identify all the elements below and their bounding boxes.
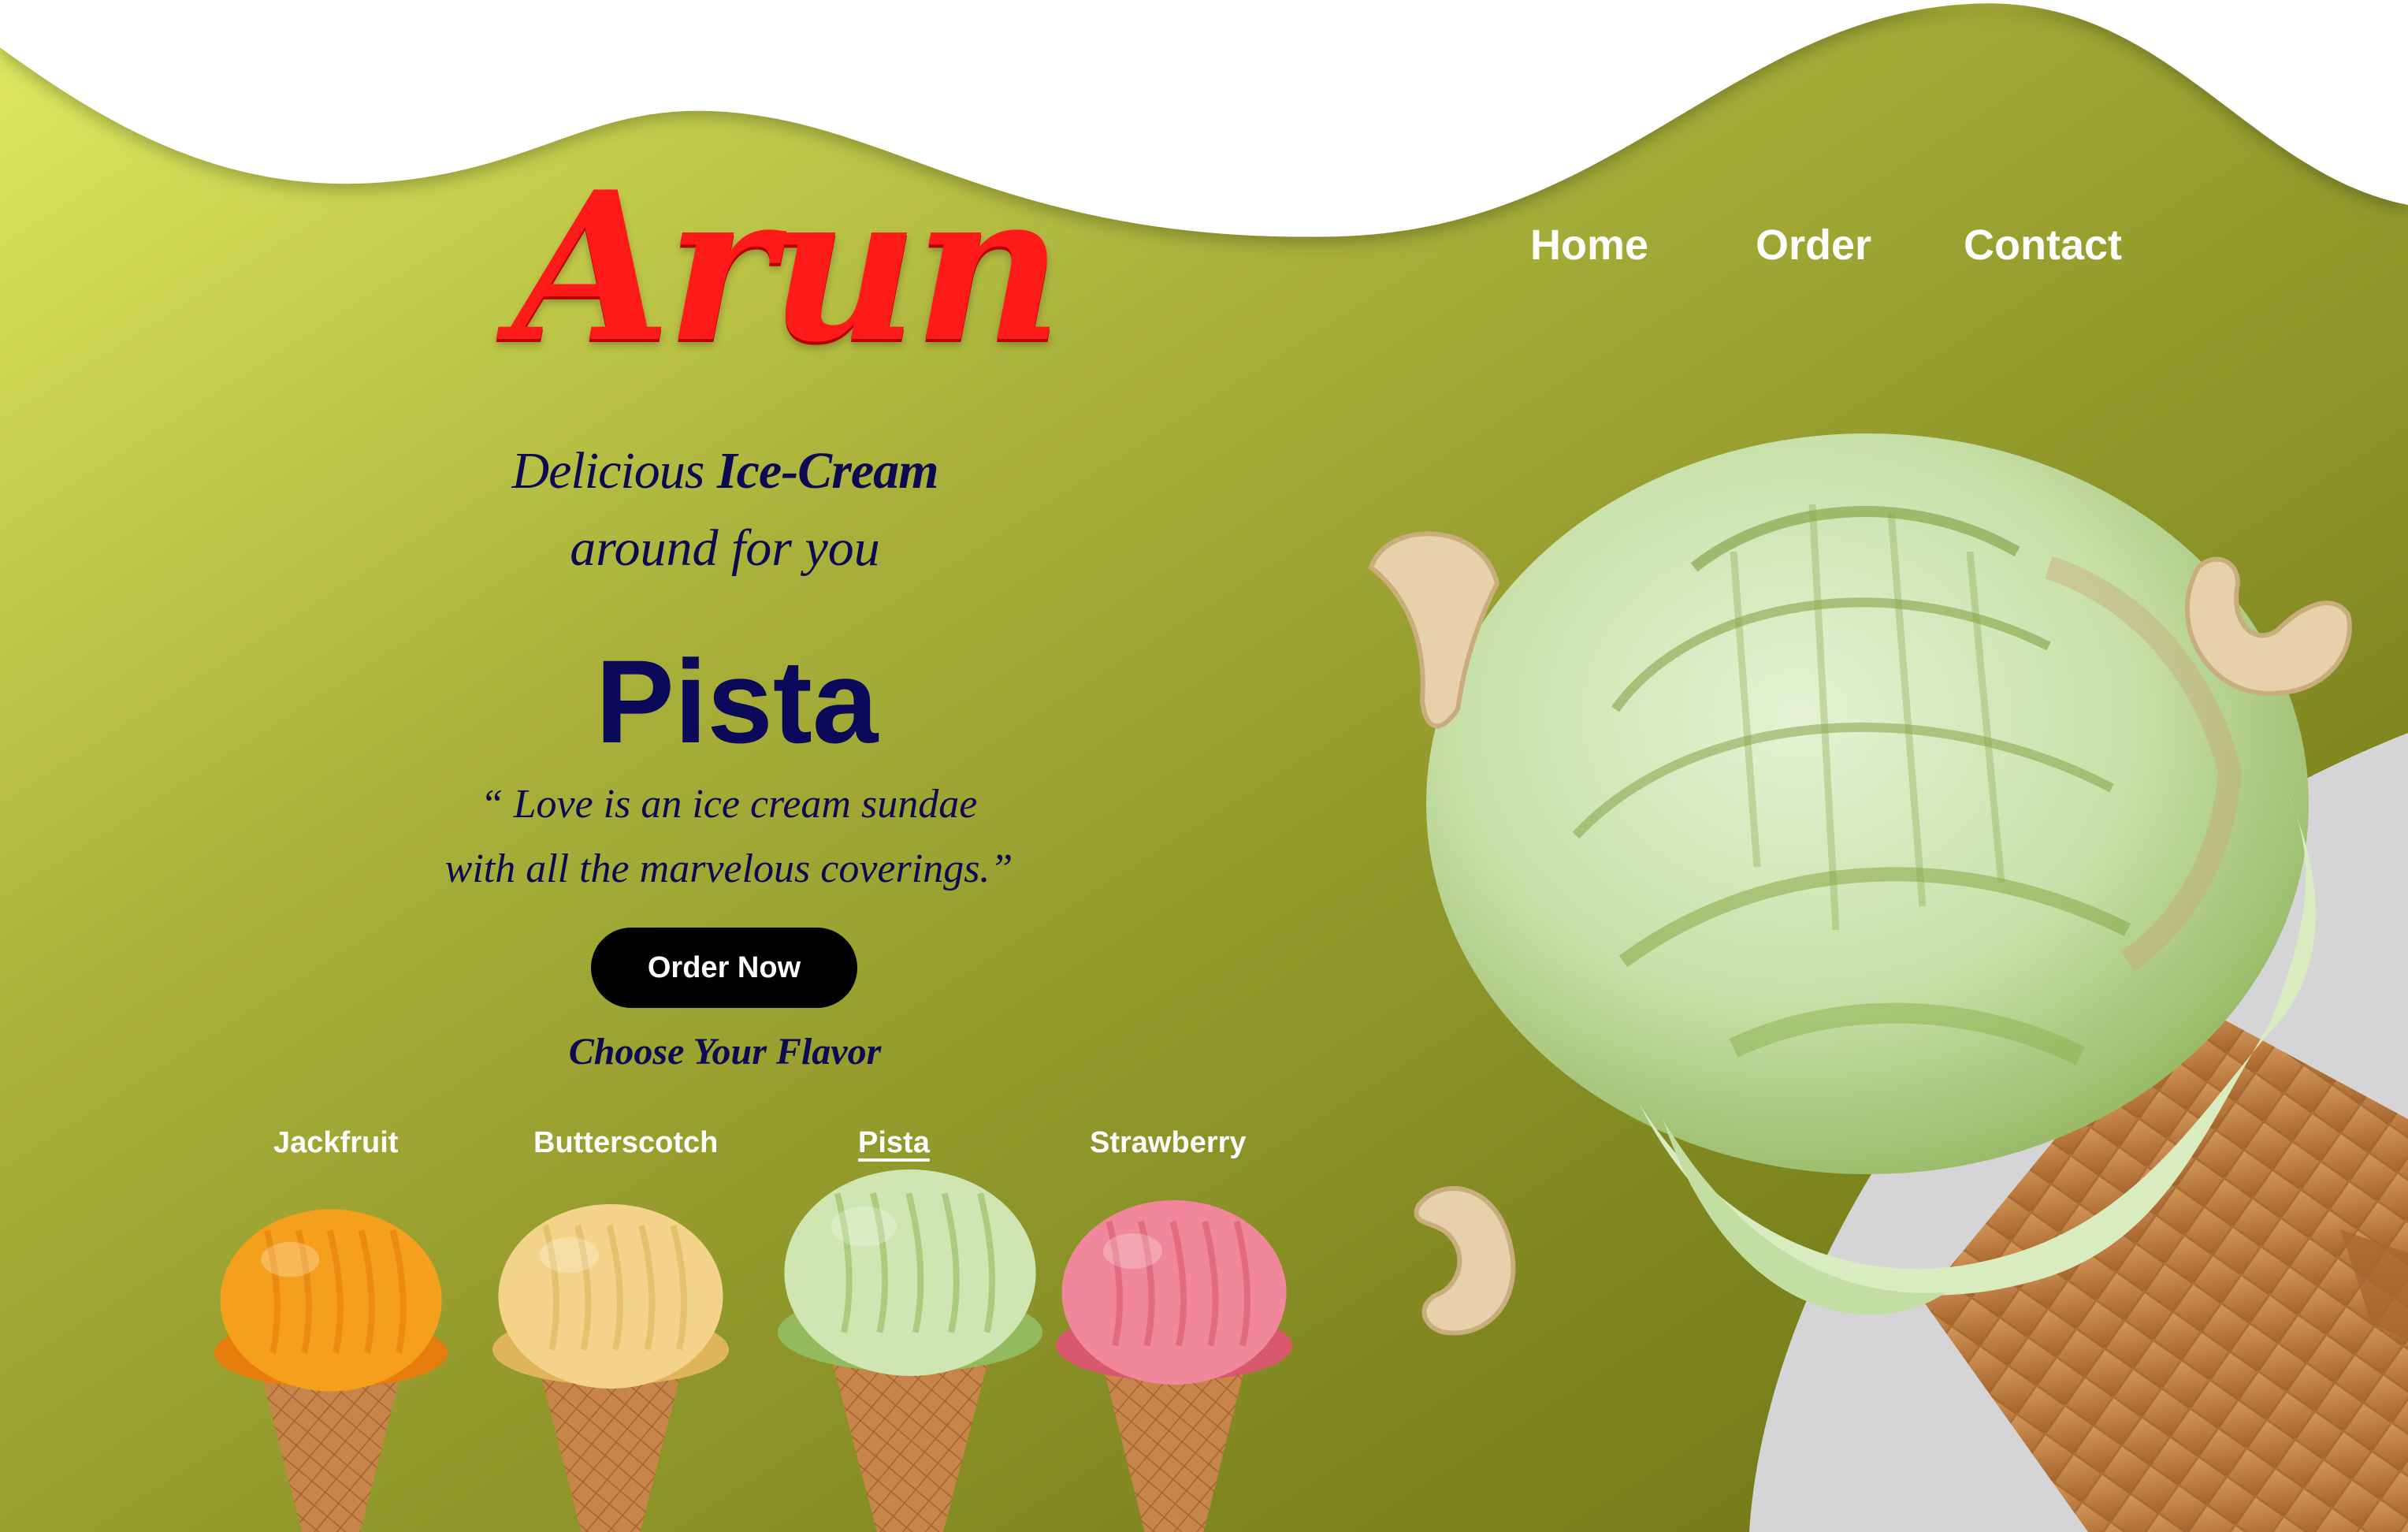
- nav-home[interactable]: Home: [1530, 221, 1648, 270]
- flavor-thumbnail-pista[interactable]: [778, 1169, 1042, 1532]
- quote-line-2: with all the marvelous coverings.”: [444, 846, 1013, 891]
- flavor-title: Pista: [595, 635, 879, 768]
- brand-logo[interactable]: Arun: [512, 134, 1063, 402]
- nav-contact[interactable]: Contact: [1964, 221, 2122, 270]
- tagline-line-2: around for you: [570, 519, 880, 577]
- order-now-button[interactable]: Order Now: [591, 928, 857, 1008]
- flavor-thumbnail-jackfruit[interactable]: [214, 1209, 448, 1532]
- flavor-thumbnail-butterscotch[interactable]: [492, 1204, 729, 1532]
- choose-flavor-label: Choose Your Flavor: [568, 1031, 882, 1073]
- nav-order[interactable]: Order: [1756, 221, 1871, 270]
- tagline-word-1: Delicious: [511, 442, 704, 500]
- quote: “ Love is an ice cream sundae with all t…: [441, 772, 1016, 902]
- page: Home Order Contact Arun Delicious Ice-Cr…: [0, 0, 2408, 1532]
- tagline-line-1: Delicious Ice-Cream: [441, 433, 1009, 509]
- flavor-thumbnail-strawberry[interactable]: [1056, 1200, 1292, 1532]
- tagline-word-2: Ice-Cream: [716, 442, 939, 500]
- flavor-thumbnails: [214, 1169, 1292, 1532]
- quote-line-1: “ Love is an ice cream sundae: [480, 782, 978, 827]
